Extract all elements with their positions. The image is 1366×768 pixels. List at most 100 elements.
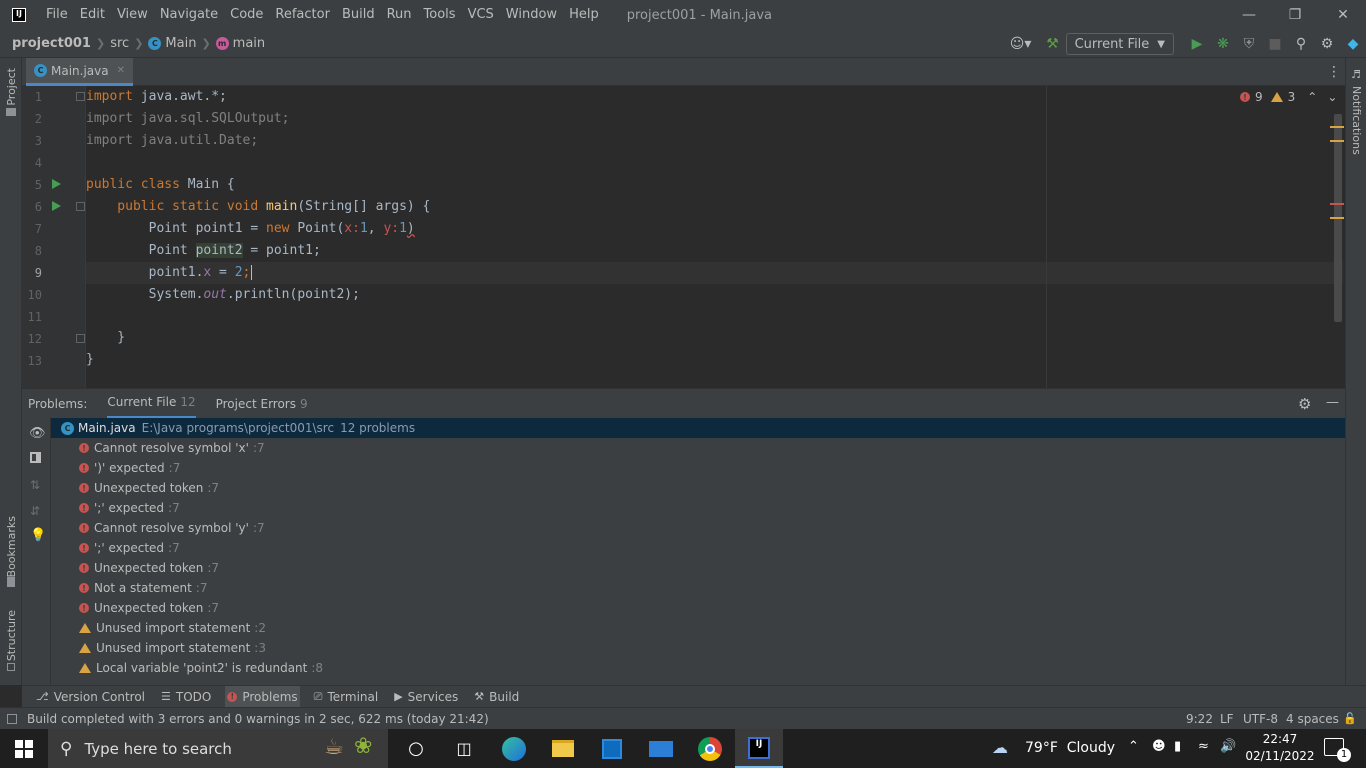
problem-row[interactable]: ! ';' expected:7 [79, 538, 180, 558]
breadcrumb-method[interactable]: main [233, 36, 265, 51]
problem-row[interactable]: Local variable 'point2' is redundant:8 [79, 658, 323, 678]
problems-file-node[interactable]: C Main.java E:\Java programs\project001\… [51, 418, 1345, 438]
preview-icon[interactable] [30, 452, 41, 463]
menu-file[interactable]: File [40, 0, 74, 30]
menu-help[interactable]: Help [563, 0, 605, 30]
fold-marker-icon[interactable] [76, 92, 85, 101]
search-icon[interactable]: ⚲ [1288, 30, 1314, 58]
lock-icon[interactable]: 🔓 [1343, 712, 1357, 725]
expand-all-icon[interactable]: ⇅ [30, 478, 40, 492]
breadcrumb-class[interactable]: Main [165, 36, 196, 51]
settings-gear-icon[interactable]: ⚙ [1314, 30, 1340, 58]
close-window-button[interactable]: ✕ [1320, 0, 1366, 30]
run-configuration-select[interactable]: Current File ▼ [1065, 33, 1174, 55]
problem-row[interactable]: ! Unexpected token:7 [79, 478, 219, 498]
task-view-icon[interactable]: ◫ [440, 729, 488, 768]
menu-edit[interactable]: Edit [74, 0, 111, 30]
structure-tool-tab[interactable]: Structure [5, 610, 18, 661]
tab-current-file[interactable]: Current File 12 [107, 389, 196, 419]
intellij-taskbar-icon[interactable]: IJ [735, 729, 783, 768]
warning-stripe[interactable] [1330, 140, 1344, 142]
chrome-icon[interactable] [686, 729, 734, 768]
inspection-widget[interactable]: ! 9 3 ⌃ ⌄ [1240, 90, 1337, 104]
tab-build[interactable]: ⚒ Build [472, 686, 521, 708]
file-encoding[interactable]: UTF-8 [1243, 712, 1278, 726]
stop-icon[interactable]: ■ [1262, 30, 1288, 58]
line-separator[interactable]: LF [1220, 712, 1234, 726]
menu-build[interactable]: Build [336, 0, 381, 30]
error-stripe[interactable] [1330, 203, 1344, 205]
menu-vcs[interactable]: VCS [462, 0, 500, 30]
edge-browser-icon[interactable] [490, 729, 538, 768]
minimize-button[interactable]: — [1226, 0, 1272, 30]
chevron-up-icon[interactable]: ⌃ [1307, 90, 1317, 104]
menu-window[interactable]: Window [500, 0, 563, 30]
fold-marker-icon[interactable] [76, 334, 85, 343]
run-icon[interactable]: ▶ [1184, 30, 1210, 58]
volume-icon[interactable]: 🔊 [1220, 739, 1236, 754]
jetbrains-toolbox-icon[interactable]: ◆ [1340, 30, 1366, 58]
problem-row[interactable]: ! Unexpected token:7 [79, 598, 219, 618]
people-icon[interactable]: ☻ [1152, 739, 1166, 754]
chevron-down-icon[interactable]: ⌄ [1327, 90, 1337, 104]
settings-gear-icon[interactable]: ⚙ [1298, 395, 1311, 413]
menu-refactor[interactable]: Refactor [269, 0, 336, 30]
menu-run[interactable]: Run [381, 0, 418, 30]
user-account-icon[interactable]: ☺▾ [1002, 30, 1040, 58]
toggle-tool-windows-icon[interactable] [7, 713, 17, 724]
collapse-all-icon[interactable]: ⇵ [30, 504, 40, 518]
problem-row[interactable]: ! Cannot resolve symbol 'y':7 [79, 518, 265, 538]
restore-button[interactable]: ❐ [1272, 0, 1318, 30]
tab-version-control[interactable]: ⎇ Version Control [34, 686, 147, 708]
cortana-icon[interactable]: ○ [392, 729, 440, 768]
run-class-icon[interactable] [52, 179, 61, 189]
menu-view[interactable]: View [111, 0, 154, 30]
battery-icon[interactable]: ▮ [1174, 739, 1181, 754]
breadcrumb-src[interactable]: src [110, 36, 129, 51]
breadcrumb-project[interactable]: project001 [12, 36, 91, 51]
notifications-tool-tab[interactable]: Notifications [1350, 86, 1363, 155]
status-message[interactable]: Build completed with 3 errors and 0 warn… [27, 712, 489, 726]
microsoft-store-icon[interactable] [588, 729, 636, 768]
fold-marker-icon[interactable] [76, 202, 85, 211]
project-tool-tab[interactable]: Project [5, 68, 18, 106]
mail-icon[interactable] [637, 729, 685, 768]
menu-tools[interactable]: Tools [418, 0, 462, 30]
problem-row[interactable]: ! Cannot resolve symbol 'x':7 [79, 438, 265, 458]
problem-row[interactable]: Unused import statement:2 [79, 618, 266, 638]
chevron-up-icon[interactable]: ⌃ [1128, 739, 1139, 754]
taskbar-search-box[interactable]: ⚲ Type here to search ☕ ❀ [48, 729, 388, 768]
editor-tab-main-java[interactable]: C Main.java ✕ [26, 58, 133, 86]
tab-terminal[interactable]: ⎚ Terminal [312, 686, 381, 708]
problem-row[interactable]: ! ')' expected:7 [79, 458, 180, 478]
tab-todo[interactable]: ☰ TODO [159, 686, 213, 708]
weather-text[interactable]: 79°F Cloudy [1025, 740, 1115, 756]
more-options-icon[interactable]: ⋮ [1327, 64, 1341, 80]
menu-code[interactable]: Code [224, 0, 269, 30]
clock-time[interactable]: 22:47 [1250, 732, 1310, 746]
tab-problems[interactable]: ! Problems [225, 685, 300, 708]
debug-icon[interactable]: ❋ [1210, 30, 1236, 58]
problem-row[interactable]: ! Unexpected token:7 [79, 558, 219, 578]
indent-setting[interactable]: 4 spaces [1286, 712, 1339, 726]
bookmarks-tool-tab[interactable]: Bookmarks [5, 516, 18, 577]
problem-row[interactable]: ! Not a statement:7 [79, 578, 207, 598]
eye-icon[interactable]: 👁 [29, 426, 46, 441]
warning-stripe[interactable] [1330, 126, 1344, 128]
file-explorer-icon[interactable] [539, 729, 587, 768]
lightbulb-icon[interactable]: 💡 [30, 528, 46, 543]
close-tab-icon[interactable]: ✕ [117, 65, 125, 76]
problem-row[interactable]: ! ';' expected:7 [79, 498, 180, 518]
menu-navigate[interactable]: Navigate [154, 0, 224, 30]
clock-date[interactable]: 02/11/2022 [1243, 749, 1317, 763]
wifi-icon[interactable]: ≈ [1198, 739, 1209, 754]
code-editor[interactable]: 1 2 3 4 5 6 7 8 9 10 11 12 13 import jav… [22, 86, 1345, 388]
caret-position[interactable]: 9:22 [1186, 712, 1213, 726]
build-hammer-icon[interactable]: ⚒ [1040, 30, 1066, 58]
hide-panel-icon[interactable]: — [1326, 395, 1339, 410]
warning-stripe[interactable] [1330, 217, 1344, 219]
problem-row[interactable]: Unused import statement:3 [79, 638, 266, 658]
run-main-icon[interactable] [52, 201, 61, 211]
tab-services[interactable]: ▶ Services [392, 686, 460, 708]
windows-start-icon[interactable] [0, 729, 48, 768]
